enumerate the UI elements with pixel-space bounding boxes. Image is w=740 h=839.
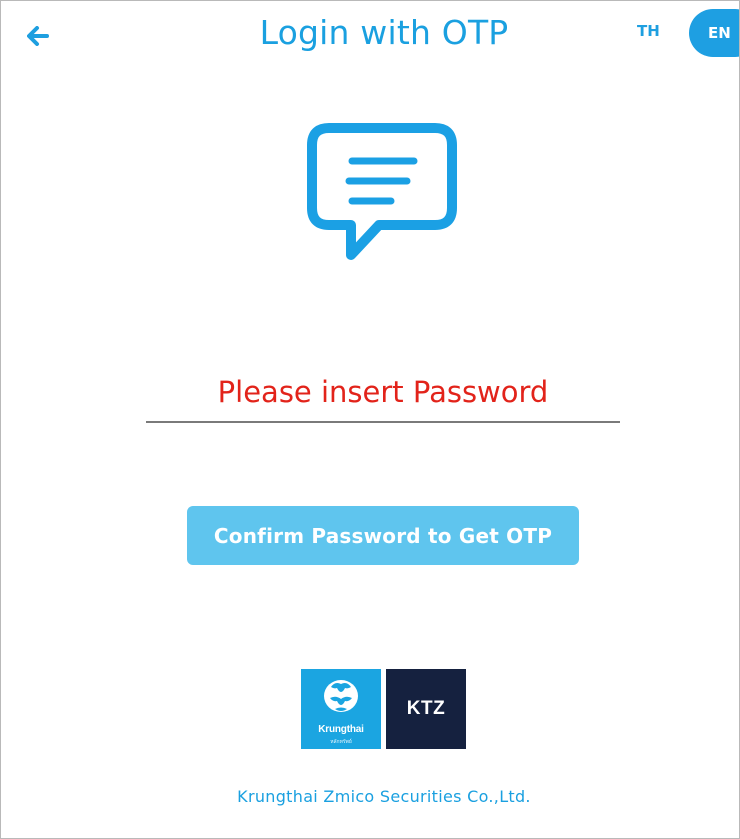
krungthai-emblem-icon <box>324 680 358 712</box>
login-otp-screen: Login with OTP TH EN Confirm Password to… <box>0 0 740 839</box>
lang-th-button[interactable]: TH <box>637 22 660 40</box>
page-title: Login with OTP <box>259 13 509 52</box>
krungthai-logo-text: Krungthai <box>318 724 364 735</box>
confirm-password-button[interactable]: Confirm Password to Get OTP <box>187 506 579 565</box>
password-input[interactable] <box>146 363 620 423</box>
lang-en-button[interactable]: EN <box>689 9 739 57</box>
krungthai-logo: Krungthai หลักทรัพย์ <box>301 669 381 749</box>
krungthai-logo-subtext: หลักทรัพย์ <box>330 739 352 745</box>
chat-bubble-icon <box>307 123 457 260</box>
ktz-logo: KTZ <box>386 669 466 749</box>
company-name: Krungthai Zmico Securities Co.,Ltd. <box>237 787 531 806</box>
